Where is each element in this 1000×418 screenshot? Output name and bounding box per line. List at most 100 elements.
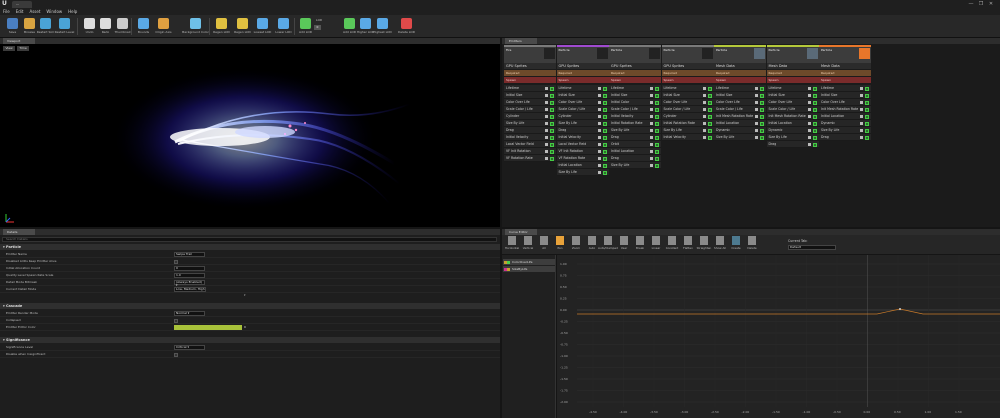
emitter-module[interactable]: Initial Size — [661, 92, 714, 99]
module-enable-checkbox[interactable] — [760, 107, 764, 112]
curve-tool-pan[interactable]: Pan — [553, 236, 567, 253]
module-spawn[interactable]: Spawn — [766, 77, 819, 83]
module-curve-toggle[interactable] — [755, 129, 758, 132]
emitter-module[interactable]: Initial Color — [609, 99, 661, 106]
module-enable-checkbox[interactable] — [865, 135, 869, 140]
toolbar-button-thumbnail[interactable]: Thumbnail — [113, 17, 132, 37]
module-curve-toggle[interactable] — [597, 157, 601, 160]
module-required[interactable]: Required — [661, 70, 714, 76]
emitter-module[interactable]: Color Over Life — [661, 99, 714, 106]
emitter-module[interactable]: Drag — [819, 134, 871, 141]
module-curve-toggle[interactable] — [650, 87, 653, 90]
module-enable-checkbox[interactable] — [707, 93, 712, 98]
current-tab-select[interactable]: Default — [788, 245, 836, 250]
module-curve-toggle[interactable] — [597, 122, 601, 125]
module-curve-toggle[interactable] — [650, 115, 653, 118]
emitter-module[interactable]: VF Rotation Rate — [504, 155, 556, 162]
emitter-module[interactable]: Local Vector Field — [504, 141, 556, 148]
emitter-module[interactable]: Initial Size — [504, 92, 556, 99]
emitter-column[interactable]: Particle GPU Sprites Required Spawn Lifetime… — [556, 45, 609, 223]
details-category[interactable]: ▾ Cascade — [0, 303, 500, 309]
module-curve-toggle[interactable] — [597, 115, 601, 118]
module-enable-checkbox[interactable] — [655, 93, 659, 98]
toolbar-button-restart-sim[interactable]: Restart Sim — [36, 17, 55, 37]
module-enable-checkbox[interactable] — [550, 107, 554, 112]
module-enable-checkbox[interactable] — [602, 93, 607, 98]
menu-window[interactable]: Window — [43, 8, 65, 15]
module-enable-checkbox[interactable] — [812, 135, 817, 140]
module-enable-checkbox[interactable] — [655, 121, 659, 126]
details-checkbox[interactable] — [174, 318, 178, 323]
emitter-module[interactable]: Init Mesh Rotation Rate — [714, 113, 766, 120]
minimize-icon[interactable]: — — [966, 1, 976, 7]
module-enable-checkbox[interactable] — [550, 100, 554, 105]
module-curve-toggle[interactable] — [597, 87, 601, 90]
module-curve-toggle[interactable] — [545, 129, 548, 132]
view-button[interactable]: View — [3, 46, 15, 51]
module-curve-toggle[interactable] — [545, 143, 548, 146]
emitter-module[interactable]: Scale Color / Life — [766, 106, 819, 113]
emitter-header[interactable]: Particle — [661, 45, 714, 63]
emitter-module[interactable]: Initial Location — [766, 120, 819, 127]
module-enable-checkbox[interactable] — [707, 128, 712, 133]
curve-tool-create[interactable]: Create — [729, 236, 743, 253]
module-enable-checkbox[interactable] — [655, 86, 659, 91]
emitter-module[interactable]: Initial Size — [714, 92, 766, 99]
emitter-column[interactable]: Particle GPU Sprites Required Spawn Lifetime… — [609, 45, 661, 223]
module-enable-checkbox[interactable] — [602, 149, 607, 154]
module-curve-toggle[interactable] — [597, 129, 601, 132]
module-curve-toggle[interactable] — [545, 157, 548, 160]
module-enable-checkbox[interactable] — [655, 163, 659, 168]
emitter-module[interactable]: Cylinder — [661, 113, 714, 120]
module-curve-toggle[interactable] — [650, 122, 653, 125]
module-curve-toggle[interactable] — [597, 108, 601, 111]
emitter-module[interactable]: Initial Size — [556, 92, 609, 99]
module-enable-checkbox[interactable] — [865, 93, 869, 98]
emitter-column[interactable]: Particle Mesh Data Required Spawn Lifetime In… — [714, 45, 766, 223]
curve-graph[interactable]: 1.00 0.75 0.50 0.25 0.00 -0.25 -0.50 -0.75 -1.00… — [557, 255, 1000, 418]
module-required[interactable]: Required — [504, 70, 556, 76]
module-curve-toggle[interactable] — [807, 87, 811, 90]
module-enable-checkbox[interactable] — [602, 107, 607, 112]
module-enable-checkbox[interactable] — [655, 135, 659, 140]
toolbar-button-bounds[interactable]: Bounds — [134, 17, 153, 37]
emitter-module[interactable]: Size By Life — [766, 134, 819, 141]
module-enable-checkbox[interactable] — [655, 156, 659, 161]
module-curve-toggle[interactable] — [545, 150, 548, 153]
module-curve-toggle[interactable] — [755, 94, 758, 97]
module-required[interactable]: Required — [556, 70, 609, 76]
module-enable-checkbox[interactable] — [865, 107, 869, 112]
module-enable-checkbox[interactable] — [602, 121, 607, 126]
module-enable-checkbox[interactable] — [655, 114, 659, 119]
module-enable-checkbox[interactable] — [760, 121, 764, 126]
emitter-header[interactable]: Particle — [556, 45, 609, 63]
emitter-module[interactable]: Lifetime — [819, 85, 871, 92]
module-curve-toggle[interactable] — [650, 129, 653, 132]
menu-edit[interactable]: Edit — [13, 8, 27, 15]
module-enable-checkbox[interactable] — [760, 135, 764, 140]
module-enable-checkbox[interactable] — [655, 107, 659, 112]
module-curve-toggle[interactable] — [807, 101, 811, 104]
module-curve-toggle[interactable] — [702, 136, 706, 139]
module-enable-checkbox[interactable] — [812, 93, 817, 98]
curve-tool-flatten[interactable]: Flatten — [681, 236, 695, 253]
module-curve-toggle[interactable] — [807, 129, 811, 132]
module-enable-checkbox[interactable] — [550, 149, 554, 154]
curve-tool-linear[interactable]: Linear — [649, 236, 663, 253]
curve-tool-constant[interactable]: Constant — [665, 236, 679, 253]
curve-tool-show-all[interactable]: Show All — [713, 236, 727, 253]
emitter-module[interactable]: Size By Life — [609, 162, 661, 169]
emitter-module[interactable]: Initial Velocity — [609, 113, 661, 120]
module-curve-toggle[interactable] — [597, 171, 601, 174]
module-required[interactable]: Required — [714, 70, 766, 76]
module-curve-toggle[interactable] — [860, 101, 863, 104]
curve-tool-horizontal[interactable]: Horizontal — [505, 236, 519, 253]
emitter-type-data[interactable]: GPU Sprites — [556, 63, 609, 69]
module-enable-checkbox[interactable] — [865, 121, 869, 126]
module-enable-checkbox[interactable] — [865, 114, 869, 119]
emitter-module[interactable]: Lifetime — [609, 85, 661, 92]
emitter-module[interactable]: Initial Location — [556, 162, 609, 169]
emitter-module[interactable]: Scale Color / Life — [504, 106, 556, 113]
module-enable-checkbox[interactable] — [707, 107, 712, 112]
details-input[interactable]: 0 — [174, 266, 205, 271]
